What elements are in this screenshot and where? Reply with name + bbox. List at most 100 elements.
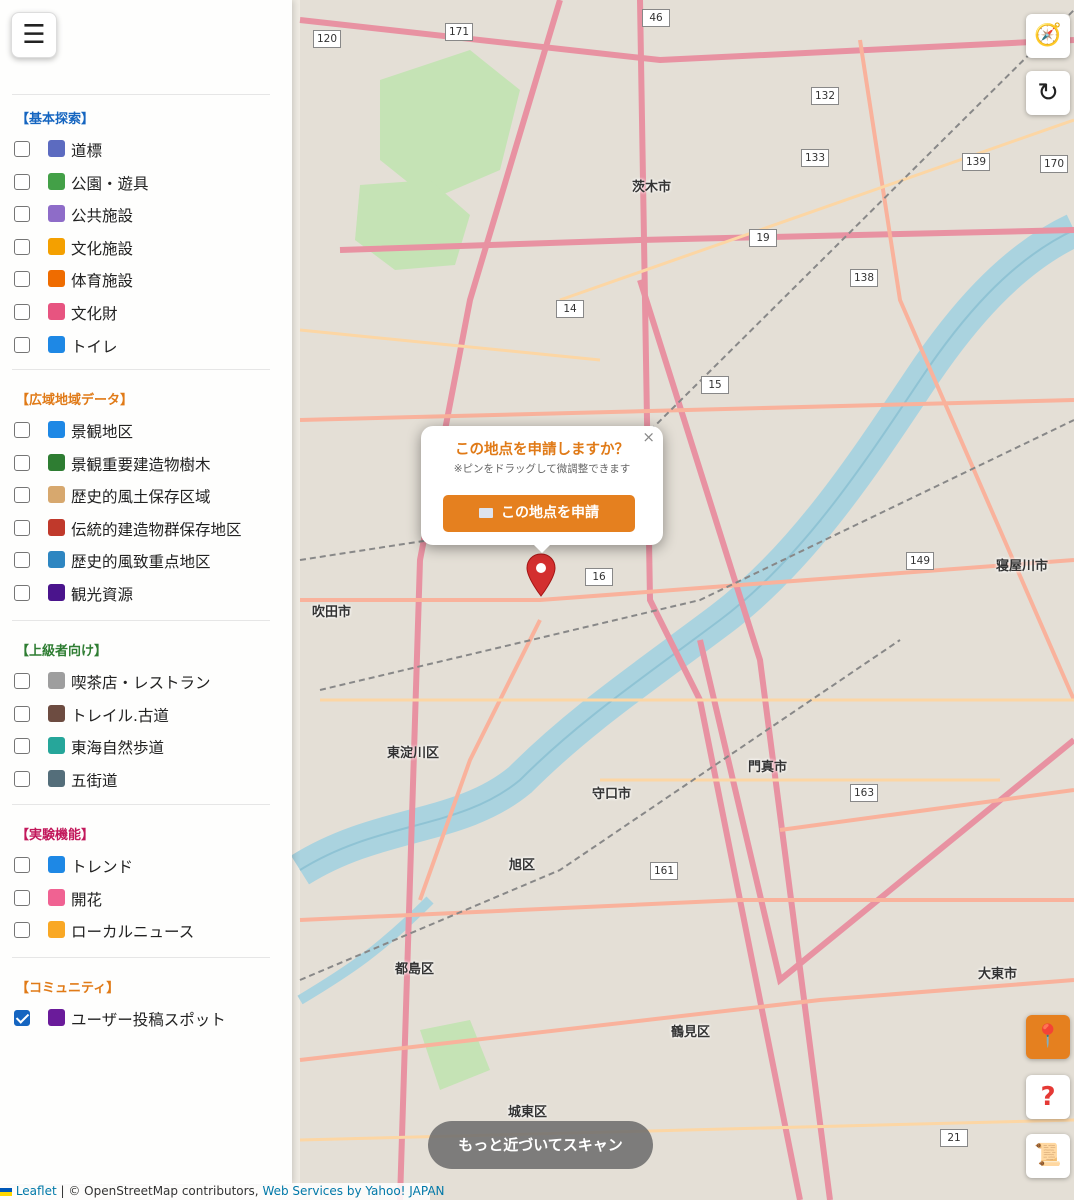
refresh-button[interactable]: ↻ — [1026, 71, 1070, 115]
layer-item[interactable]: 公園・遊具 — [14, 170, 274, 194]
layer-checkbox[interactable] — [14, 141, 30, 157]
route-shield: 14 — [556, 300, 584, 318]
route-shield: 161 — [650, 862, 678, 880]
layer-item[interactable]: 開花 — [14, 886, 274, 910]
route-shield: 46 — [642, 9, 670, 27]
layer-label: 歴史的風致重点地区 — [71, 553, 211, 572]
compass-button[interactable]: 🧭 — [1026, 14, 1070, 58]
layer-item[interactable]: ローカルニュース — [14, 918, 274, 942]
route-shield: 16 — [585, 568, 613, 586]
layer-checkbox[interactable] — [14, 738, 30, 755]
layer-label: 観光資源 — [71, 586, 134, 604]
layer-label: 東海自然歩道 — [71, 739, 165, 758]
layer-item[interactable]: トレイル.古道 — [14, 702, 274, 726]
layer-checkbox[interactable] — [14, 857, 30, 873]
tree-icon — [48, 172, 65, 190]
layer-label: トイレ — [71, 337, 118, 356]
layer-checkbox[interactable] — [14, 673, 30, 689]
layer-item[interactable]: 喫茶店・レストラン — [14, 669, 274, 693]
osm-credit: | © OpenStreetMap contributors, — [56, 1184, 263, 1198]
layer-item[interactable]: 文化施設 — [14, 235, 274, 259]
submit-location-label: この地点を申請 — [501, 505, 599, 521]
layer-item[interactable]: 景観地区 — [14, 418, 274, 442]
layer-item[interactable]: 道標 — [14, 137, 274, 161]
layer-item[interactable]: 体育施設 — [14, 267, 274, 291]
scroll-button[interactable]: 📜 — [1026, 1134, 1070, 1178]
location-marker-icon[interactable] — [526, 553, 556, 597]
popup-title: この地点を申請しますか？ — [455, 442, 629, 458]
map-label-ibaraki: 茨木市 — [632, 180, 672, 195]
layer-checkbox[interactable] — [14, 889, 30, 906]
layer-checkbox[interactable] — [14, 238, 30, 255]
submit-location-popup: × この地点を申請しますか？ ※ピンをドラッグして微調整できます この地点を申請 — [421, 426, 663, 545]
layer-item[interactable]: 歴史的風致重点地区 — [14, 548, 274, 572]
route-shield: 149 — [906, 552, 934, 570]
layer-item[interactable]: 景観重要建造物樹木 — [14, 451, 274, 475]
route-shield: 120 — [313, 30, 341, 48]
map-label-tsurumi: 鶴見区 — [671, 1025, 711, 1040]
map-label-joto: 城東区 — [508, 1105, 548, 1120]
sports-icon — [48, 270, 65, 288]
layer-checkbox[interactable] — [14, 552, 30, 569]
layer-label: 道標 — [71, 142, 103, 160]
blossom-icon — [48, 888, 65, 906]
layer-label: 歴史的風土保存区域 — [71, 488, 211, 507]
scan-button[interactable]: もっと近づいてスキャン — [428, 1121, 653, 1169]
map-icon — [48, 551, 65, 569]
layer-item[interactable]: 公共施設 — [14, 202, 274, 226]
menu-button[interactable]: ☰ — [11, 12, 57, 58]
route-shield: 138 — [850, 269, 878, 287]
layer-label: 景観重要建造物樹木 — [71, 455, 211, 474]
help-button[interactable]: ? — [1026, 1075, 1070, 1119]
park-icon — [48, 737, 65, 755]
leaflet-link[interactable]: Leaflet — [16, 1184, 57, 1198]
layer-item[interactable]: トレンド — [14, 853, 274, 877]
route-shield: 139 — [962, 153, 990, 171]
hamburger-icon: ☰ — [22, 20, 46, 50]
layer-checkbox[interactable] — [14, 922, 30, 939]
layer-item[interactable]: 観光資源 — [14, 581, 274, 605]
layer-label: 喫茶店・レストラン — [71, 674, 211, 692]
layer-label: 開花 — [71, 890, 103, 909]
layer-item[interactable]: 東海自然歩道 — [14, 734, 274, 758]
map-label-moriguchi: 守口市 — [592, 787, 632, 802]
layer-checkbox[interactable] — [14, 304, 30, 320]
layer-label: 伝統的建造物群保存地区 — [71, 520, 242, 539]
layer-checkbox[interactable] — [14, 770, 30, 787]
layer-item[interactable]: トイレ — [14, 333, 274, 357]
layer-item[interactable]: 歴史的風土保存区域 — [14, 483, 274, 507]
layer-checkbox[interactable] — [14, 705, 30, 722]
route-shield: 21 — [940, 1129, 968, 1147]
layer-checkbox[interactable] — [14, 454, 30, 471]
section-divider — [12, 369, 270, 370]
route-shield: 163 — [850, 784, 878, 802]
layer-checkbox[interactable] — [14, 336, 30, 353]
popup-subtitle: ※ピンをドラッグして微調整できます — [453, 463, 631, 475]
layer-item[interactable]: 伝統的建造物群保存地区 — [14, 516, 274, 540]
map-label-kadoma: 門真市 — [748, 760, 788, 775]
layer-label: 文化施設 — [71, 239, 134, 258]
popup-tip — [532, 543, 552, 553]
envelope-icon — [479, 508, 493, 518]
map-label-asahi: 旭区 — [509, 858, 536, 873]
section-divider — [12, 94, 270, 95]
signpost-icon — [48, 140, 65, 157]
layer-item[interactable]: 文化財 — [14, 300, 274, 324]
layer-checkbox[interactable] — [14, 271, 30, 288]
layer-checkbox[interactable] — [14, 585, 30, 601]
layer-item[interactable]: ユーザー投稿スポット — [14, 1006, 274, 1030]
building-icon — [48, 205, 65, 223]
section-title: 【上級者向け】 — [16, 644, 108, 659]
layer-label: ユーザー投稿スポット — [71, 1011, 226, 1029]
layer-checkbox[interactable] — [14, 487, 30, 504]
layer-checkbox[interactable] — [14, 1010, 30, 1026]
submit-location-button[interactable]: この地点を申請 — [443, 495, 635, 532]
layer-item[interactable]: 五街道 — [14, 767, 274, 791]
layer-checkbox[interactable] — [14, 173, 30, 190]
layer-checkbox[interactable] — [14, 206, 30, 223]
yahoo-link[interactable]: Web Services by Yahoo! JAPAN — [262, 1184, 444, 1198]
books-icon — [48, 237, 65, 255]
add-pin-button[interactable]: 📍 — [1026, 1015, 1070, 1059]
layer-checkbox[interactable] — [14, 519, 30, 536]
layer-checkbox[interactable] — [14, 422, 30, 438]
